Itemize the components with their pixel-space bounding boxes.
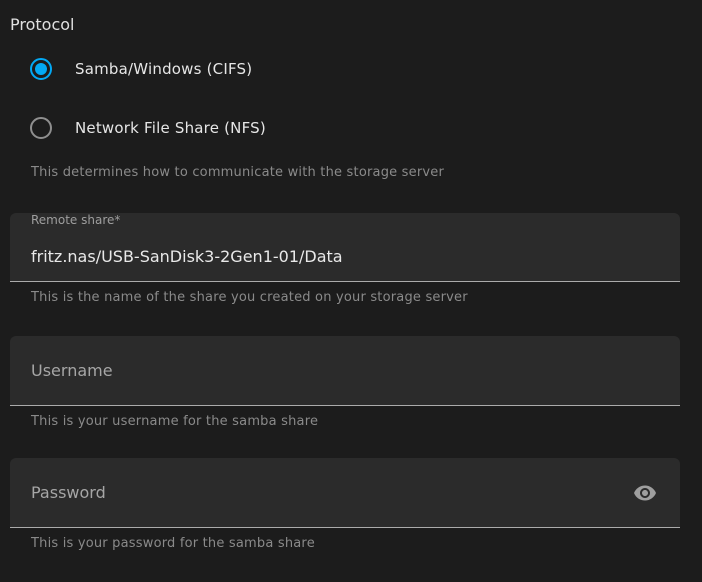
password-input[interactable] [31,483,633,502]
radio-option-label: Samba/Windows (CIFS) [75,60,252,78]
radio-option-samba-cifs[interactable]: Samba/Windows (CIFS) [30,58,702,80]
username-input[interactable] [31,336,664,405]
radio-selected-dot [35,63,47,75]
radio-button-icon[interactable] [30,58,52,80]
radio-button-icon[interactable] [30,117,52,139]
protocol-radio-group: Samba/Windows (CIFS) Network File Share … [0,58,702,139]
network-storage-form: Protocol Samba/Windows (CIFS) Network Fi… [0,0,702,582]
remote-share-input[interactable] [31,231,664,281]
protocol-helper-text: This determines how to communicate with … [31,165,702,180]
remote-share-label: Remote share* [31,213,664,227]
radio-option-label: Network File Share (NFS) [75,119,266,137]
username-helper-text: This is your username for the samba shar… [31,414,702,429]
eye-icon[interactable] [633,481,657,505]
protocol-section-label: Protocol [10,0,702,34]
remote-share-helper-text: This is the name of the share you create… [31,290,702,305]
password-field[interactable] [10,458,680,528]
password-helper-text: This is your password for the samba shar… [31,536,702,551]
radio-option-nfs[interactable]: Network File Share (NFS) [30,117,702,139]
username-field[interactable] [10,336,680,406]
remote-share-field[interactable]: Remote share* [10,213,680,282]
